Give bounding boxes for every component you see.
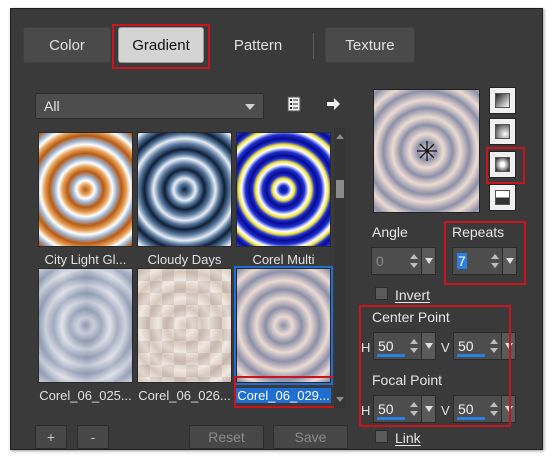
style-linear-button[interactable] — [489, 87, 516, 114]
gallery-item[interactable]: Cloudy Days — [137, 132, 232, 267]
focal-h-label: H — [361, 403, 371, 418]
focal-v-progress — [457, 417, 485, 420]
angle-label: Angle — [372, 224, 408, 240]
center-h-input[interactable]: 50 — [373, 332, 436, 360]
library-button[interactable] — [283, 93, 305, 115]
center-h-label: H — [361, 340, 371, 355]
focal-h-stepper[interactable] — [408, 396, 420, 422]
focal-v-input[interactable]: 50 — [453, 395, 516, 423]
link-label: Link — [395, 430, 421, 446]
scroll-down-icon[interactable] — [336, 397, 344, 402]
chevron-down-icon — [245, 104, 255, 110]
gradient-thumbnail — [38, 132, 133, 247]
gallery-item-label: Corel_06_025... — [39, 388, 132, 403]
focal-v-value: 50 — [458, 401, 474, 417]
gallery-item-label: Corel_06_029... — [236, 388, 331, 403]
angle-value: 0 — [376, 253, 384, 269]
focal-h-value: 50 — [378, 401, 394, 417]
gradient-thumbnail — [137, 132, 232, 247]
reset-button-label: Reset — [208, 429, 245, 445]
focal-point-label: Focal Point — [372, 372, 443, 388]
center-v-stepper[interactable] — [488, 333, 500, 359]
gallery-item-label: Corel Multi — [252, 252, 315, 267]
tab-pattern[interactable]: Pattern — [218, 27, 298, 63]
repeats-input[interactable]: 7 — [452, 247, 517, 275]
gradient-thumbnail — [234, 266, 333, 385]
focal-h-dropdown[interactable] — [421, 396, 435, 422]
center-v-label: V — [441, 340, 450, 355]
add-button-label: + — [46, 429, 56, 445]
center-h-stepper[interactable] — [408, 333, 420, 359]
tab-pattern-label: Pattern — [233, 36, 283, 54]
add-button[interactable]: + — [35, 425, 67, 449]
repeats-label: Repeats — [452, 224, 505, 240]
gallery-item-label: Cloudy Days — [147, 252, 222, 267]
center-v-value: 50 — [458, 338, 474, 354]
scrollbar-thumb[interactable] — [336, 180, 344, 198]
gradient-thumbnail — [137, 268, 232, 383]
gallery-item[interactable]: City Light Gl... — [38, 132, 133, 267]
style-sunburst-button[interactable] — [489, 151, 516, 178]
remove-button-label: - — [90, 429, 96, 445]
gallery-item-label: Corel_06_026... — [138, 388, 231, 403]
angle-dropdown[interactable] — [421, 248, 435, 274]
link-checkbox[interactable] — [375, 430, 388, 443]
focal-v-stepper[interactable] — [488, 396, 500, 422]
center-v-input[interactable]: 50 — [453, 332, 516, 360]
library-icon — [287, 96, 301, 112]
gradient-gallery: City Light Gl... Cloudy Days Corel Multi… — [34, 128, 334, 410]
tab-color-label: Color — [49, 36, 85, 54]
invert-label: Invert — [395, 287, 431, 303]
focal-v-dropdown[interactable] — [501, 396, 515, 422]
tab-gradient[interactable]: Gradient — [118, 27, 204, 63]
category-select[interactable]: All — [35, 93, 264, 119]
gradient-thumbnail — [38, 268, 133, 383]
focal-v-label: V — [441, 403, 450, 418]
radial-style-icon — [495, 190, 510, 205]
center-v-dropdown[interactable] — [501, 333, 515, 359]
style-rectangular-button[interactable] — [489, 118, 516, 145]
focal-h-input[interactable]: 50 — [373, 395, 436, 423]
gallery-item-label: City Light Gl... — [44, 252, 127, 267]
focal-h-progress — [377, 417, 405, 420]
repeats-value: 7 — [457, 253, 467, 269]
center-point-handle-icon[interactable] — [416, 140, 438, 162]
arrow-right-icon — [327, 98, 340, 110]
invert-checkbox[interactable] — [375, 287, 388, 300]
tab-texture[interactable]: Texture — [325, 27, 415, 63]
tab-color[interactable]: Color — [23, 27, 111, 63]
linear-style-icon — [495, 93, 510, 108]
tab-texture-label: Texture — [345, 36, 395, 54]
sunburst-style-icon — [495, 157, 510, 172]
center-point-label: Center Point — [372, 309, 450, 325]
save-button[interactable]: Save — [273, 425, 348, 449]
gradient-preview[interactable] — [373, 89, 480, 213]
scroll-up-icon[interactable] — [336, 134, 344, 139]
gallery-item-selected[interactable]: Corel_06_029... — [234, 266, 333, 403]
save-button-label: Save — [294, 429, 327, 445]
angle-input[interactable]: 0 — [371, 247, 436, 275]
gallery-item[interactable]: Corel_06_026... — [137, 268, 232, 403]
tab-gradient-label: Gradient — [132, 36, 190, 54]
repeats-stepper[interactable] — [489, 248, 501, 274]
angle-stepper[interactable] — [408, 248, 420, 274]
center-h-dropdown[interactable] — [421, 333, 435, 359]
reset-button[interactable]: Reset — [189, 425, 264, 449]
more-options-button[interactable] — [322, 93, 344, 115]
gallery-scrollbar[interactable] — [334, 128, 346, 408]
rectangular-style-icon — [495, 124, 510, 139]
repeats-dropdown[interactable] — [502, 248, 516, 274]
category-select-value: All — [44, 98, 60, 114]
tab-divider — [313, 33, 314, 59]
gallery-item[interactable]: Corel_06_025... — [38, 268, 133, 403]
gallery-item[interactable]: Corel Multi — [236, 132, 331, 267]
center-v-progress — [457, 354, 485, 357]
center-h-value: 50 — [378, 338, 394, 354]
style-radial-button[interactable] — [489, 184, 516, 211]
center-h-progress — [377, 354, 405, 357]
gradient-thumbnail — [236, 132, 331, 247]
remove-button[interactable]: - — [77, 425, 109, 449]
